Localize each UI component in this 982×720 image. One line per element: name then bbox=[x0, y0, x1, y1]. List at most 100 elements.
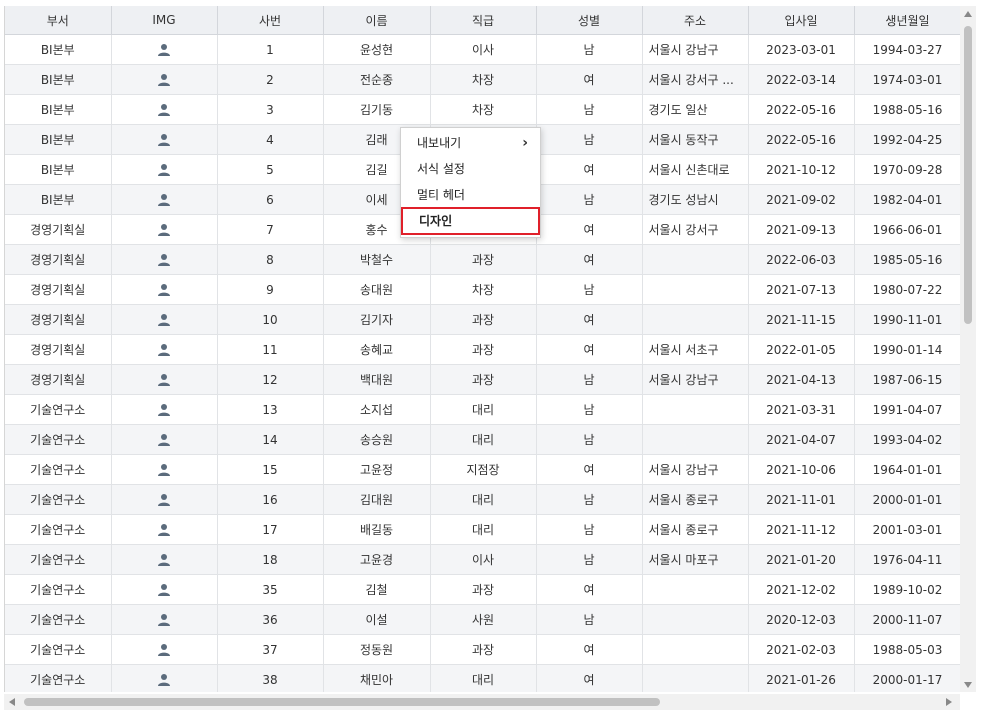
cell-birth-date[interactable]: 1966-06-01 bbox=[854, 214, 961, 245]
cell-id[interactable]: 14 bbox=[217, 424, 324, 455]
header-gender[interactable]: 성별 bbox=[536, 6, 643, 35]
cell-img[interactable] bbox=[111, 64, 218, 95]
cell-dept[interactable]: 경영기획실 bbox=[5, 244, 112, 275]
cell-name[interactable]: 이설 bbox=[323, 604, 431, 635]
cell-dept[interactable]: BI본부 bbox=[5, 94, 112, 125]
cell-birth-date[interactable]: 1964-01-01 bbox=[854, 454, 961, 485]
cell-name[interactable]: 송혜교 bbox=[323, 334, 431, 365]
cell-img[interactable] bbox=[111, 394, 218, 425]
cell-address[interactable]: 서울시 강서구 bbox=[642, 214, 749, 245]
cell-name[interactable]: 송승원 bbox=[323, 424, 431, 455]
table-row[interactable]: 기술연구소 38 채민아 대리 여 2021-01-26 2000-01-17 bbox=[5, 664, 961, 692]
cell-birth-date[interactable]: 1982-04-01 bbox=[854, 184, 961, 215]
table-row[interactable]: 기술연구소 15 고윤정 지점장 여 서울시 강남구 2021-10-06 1964-01-0… bbox=[5, 454, 961, 485]
cell-dept[interactable]: 경영기획실 bbox=[5, 274, 112, 305]
cell-gender[interactable]: 남 bbox=[536, 184, 643, 215]
cell-address[interactable] bbox=[642, 424, 749, 455]
cell-id[interactable]: 36 bbox=[217, 604, 324, 635]
header-hire-date[interactable]: 입사일 bbox=[748, 6, 855, 35]
cell-gender[interactable]: 남 bbox=[536, 424, 643, 455]
table-row[interactable]: 기술연구소 13 소지섭 대리 남 2021-03-31 1991-04-07 bbox=[5, 394, 961, 425]
cell-img[interactable] bbox=[111, 94, 218, 125]
cell-rank[interactable]: 대리 bbox=[430, 664, 537, 692]
cell-hire-date[interactable]: 2022-03-14 bbox=[748, 64, 855, 95]
cell-name[interactable]: 채민아 bbox=[323, 664, 431, 692]
cell-gender[interactable]: 남 bbox=[536, 484, 643, 515]
cell-birth-date[interactable]: 2000-01-17 bbox=[854, 664, 961, 692]
cell-gender[interactable]: 남 bbox=[536, 514, 643, 545]
scroll-up-arrow-icon[interactable] bbox=[964, 11, 972, 17]
cell-address[interactable] bbox=[642, 574, 749, 605]
cell-rank[interactable]: 사원 bbox=[430, 604, 537, 635]
cell-birth-date[interactable]: 1987-06-15 bbox=[854, 364, 961, 395]
cell-hire-date[interactable]: 2021-03-31 bbox=[748, 394, 855, 425]
table-row[interactable]: 기술연구소 14 송승원 대리 남 2021-04-07 1993-04-02 bbox=[5, 424, 961, 455]
cell-dept[interactable]: 기술연구소 bbox=[5, 634, 112, 665]
cell-id[interactable]: 2 bbox=[217, 64, 324, 95]
cell-id[interactable]: 37 bbox=[217, 634, 324, 665]
cell-birth-date[interactable]: 1994-03-27 bbox=[854, 34, 961, 65]
cell-rank[interactable]: 대리 bbox=[430, 514, 537, 545]
cell-birth-date[interactable]: 2000-11-07 bbox=[854, 604, 961, 635]
cell-address[interactable] bbox=[642, 244, 749, 275]
cell-img[interactable] bbox=[111, 454, 218, 485]
cell-img[interactable] bbox=[111, 274, 218, 305]
cell-id[interactable]: 38 bbox=[217, 664, 324, 692]
cell-id[interactable]: 7 bbox=[217, 214, 324, 245]
menu-item-export[interactable]: 내보내기 › bbox=[401, 130, 540, 156]
cell-birth-date[interactable]: 1991-04-07 bbox=[854, 394, 961, 425]
cell-address[interactable]: 서울시 강남구 bbox=[642, 364, 749, 395]
cell-gender[interactable]: 남 bbox=[536, 544, 643, 575]
cell-address[interactable]: 서울시 종로구 bbox=[642, 514, 749, 545]
cell-hire-date[interactable]: 2021-01-20 bbox=[748, 544, 855, 575]
cell-img[interactable] bbox=[111, 544, 218, 575]
table-row[interactable]: 기술연구소 37 정동원 과장 여 2021-02-03 1988-05-03 bbox=[5, 634, 961, 665]
table-row[interactable]: BI본부 3 김기동 차장 남 경기도 일산 2022-05-16 1988-05-16 bbox=[5, 94, 961, 125]
cell-birth-date[interactable]: 1976-04-11 bbox=[854, 544, 961, 575]
cell-hire-date[interactable]: 2021-11-15 bbox=[748, 304, 855, 335]
vertical-scroll-thumb[interactable] bbox=[964, 26, 972, 324]
cell-gender[interactable]: 남 bbox=[536, 274, 643, 305]
horizontal-scroll-thumb[interactable] bbox=[24, 698, 660, 706]
cell-id[interactable]: 11 bbox=[217, 334, 324, 365]
cell-name[interactable]: 고윤경 bbox=[323, 544, 431, 575]
header-address[interactable]: 주소 bbox=[642, 6, 749, 35]
cell-birth-date[interactable]: 1980-07-22 bbox=[854, 274, 961, 305]
cell-hire-date[interactable]: 2021-11-01 bbox=[748, 484, 855, 515]
cell-birth-date[interactable]: 1974-03-01 bbox=[854, 64, 961, 95]
cell-name[interactable]: 정동원 bbox=[323, 634, 431, 665]
cell-address[interactable]: 서울시 마포구 bbox=[642, 544, 749, 575]
cell-rank[interactable]: 차장 bbox=[430, 64, 537, 95]
cell-name[interactable]: 박철수 bbox=[323, 244, 431, 275]
cell-hire-date[interactable]: 2022-05-16 bbox=[748, 94, 855, 125]
cell-img[interactable] bbox=[111, 124, 218, 155]
cell-name[interactable]: 김기자 bbox=[323, 304, 431, 335]
cell-gender[interactable]: 남 bbox=[536, 34, 643, 65]
cell-gender[interactable]: 남 bbox=[536, 604, 643, 635]
cell-gender[interactable]: 여 bbox=[536, 334, 643, 365]
cell-dept[interactable]: BI본부 bbox=[5, 154, 112, 185]
cell-gender[interactable]: 여 bbox=[536, 664, 643, 692]
cell-hire-date[interactable]: 2022-01-05 bbox=[748, 334, 855, 365]
cell-rank[interactable]: 차장 bbox=[430, 94, 537, 125]
cell-hire-date[interactable]: 2021-01-26 bbox=[748, 664, 855, 692]
header-dept[interactable]: 부서 bbox=[5, 6, 112, 35]
cell-gender[interactable]: 여 bbox=[536, 634, 643, 665]
cell-img[interactable] bbox=[111, 574, 218, 605]
cell-birth-date[interactable]: 2000-01-01 bbox=[854, 484, 961, 515]
cell-dept[interactable]: 경영기획실 bbox=[5, 304, 112, 335]
cell-id[interactable]: 4 bbox=[217, 124, 324, 155]
cell-dept[interactable]: 기술연구소 bbox=[5, 454, 112, 485]
cell-birth-date[interactable]: 1992-04-25 bbox=[854, 124, 961, 155]
cell-rank[interactable]: 지점장 bbox=[430, 454, 537, 485]
cell-gender[interactable]: 여 bbox=[536, 454, 643, 485]
menu-item-format-settings[interactable]: 서식 설정 bbox=[401, 156, 540, 182]
cell-hire-date[interactable]: 2021-11-12 bbox=[748, 514, 855, 545]
cell-rank[interactable]: 과장 bbox=[430, 574, 537, 605]
cell-address[interactable] bbox=[642, 634, 749, 665]
table-row[interactable]: 경영기획실 8 박철수 과장 여 2022-06-03 1985-05-16 bbox=[5, 244, 961, 275]
cell-id[interactable]: 8 bbox=[217, 244, 324, 275]
header-img[interactable]: IMG bbox=[111, 6, 218, 35]
cell-dept[interactable]: 기술연구소 bbox=[5, 424, 112, 455]
cell-id[interactable]: 9 bbox=[217, 274, 324, 305]
